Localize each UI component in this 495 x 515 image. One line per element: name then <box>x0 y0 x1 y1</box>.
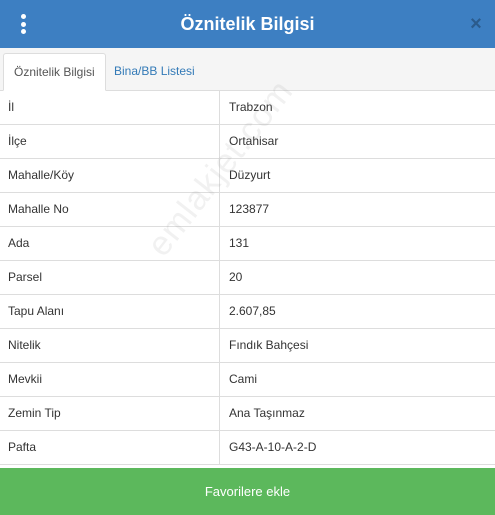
table-row: İl Trabzon <box>0 91 495 125</box>
row-label: İlçe <box>0 125 220 158</box>
row-value: 123877 <box>229 202 270 216</box>
row-label: Zemin Tip <box>0 397 220 430</box>
row-value: Düzyurt <box>229 168 271 182</box>
row-value: Trabzon <box>229 100 273 114</box>
attribute-table: İl Trabzon İlçe Ortahisar Mahalle/Köy Dü… <box>0 91 495 465</box>
table-row: Nitelik Fındık Bahçesi <box>0 329 495 363</box>
row-value: G43-A-10-A-2-D <box>229 440 317 454</box>
row-value: Ana Taşınmaz <box>229 406 305 420</box>
row-label: Nitelik <box>0 329 220 362</box>
row-label: Parsel <box>0 261 220 294</box>
tab-bina-bb-listesi[interactable]: Bina/BB Listesi <box>104 53 205 91</box>
row-label: Mahalle/Köy <box>0 159 220 192</box>
tab-bar: Öznitelik Bilgisi Bina/BB Listesi <box>0 48 495 91</box>
row-value: Ortahisar <box>229 134 279 148</box>
row-label: Pafta <box>0 431 220 464</box>
tab-oznitelik-bilgisi[interactable]: Öznitelik Bilgisi <box>3 53 106 91</box>
close-icon[interactable]: × <box>467 13 485 35</box>
table-row: Tapu Alanı 2.607,85 <box>0 295 495 329</box>
table-row: Ada 131 <box>0 227 495 261</box>
table-row: Parsel 20 <box>0 261 495 295</box>
row-value: Fındık Bahçesi <box>229 338 309 352</box>
table-row: Mahalle/Köy Düzyurt <box>0 159 495 193</box>
add-to-favorites-button[interactable]: Favorilere ekle <box>0 468 495 515</box>
table-row: Mevkii Cami <box>0 363 495 397</box>
row-value: 2.607,85 <box>229 304 276 318</box>
table-row: Pafta G43-A-10-A-2-D <box>0 431 495 465</box>
table-row: Zemin Tip Ana Taşınmaz <box>0 397 495 431</box>
row-value: Cami <box>229 372 258 386</box>
table-row: İlçe Ortahisar <box>0 125 495 159</box>
row-value: 20 <box>229 270 243 284</box>
row-label: Tapu Alanı <box>0 295 220 328</box>
row-label: İl <box>0 91 220 124</box>
table-row: Mahalle No 123877 <box>0 193 495 227</box>
row-value: 131 <box>229 236 250 250</box>
row-label: Mahalle No <box>0 193 220 226</box>
row-label: Mevkii <box>0 363 220 396</box>
row-label: Ada <box>0 227 220 260</box>
header-bar: Öznitelik Bilgisi × <box>0 0 495 48</box>
page-title: Öznitelik Bilgisi <box>180 14 315 34</box>
